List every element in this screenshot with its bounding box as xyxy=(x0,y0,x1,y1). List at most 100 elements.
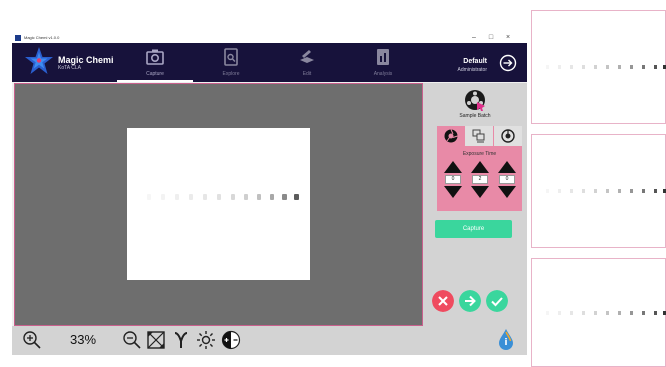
image-viewer[interactable] xyxy=(14,83,423,326)
sample-batch-button[interactable]: Sample Batch xyxy=(457,89,493,125)
explore-icon xyxy=(224,48,238,66)
app-icon xyxy=(15,35,21,41)
blot-band xyxy=(244,194,248,200)
app-window: Magic Chemi v1.0.0 – □ × Magic Chemi KoT… xyxy=(12,33,527,355)
exposure-hours: 0 xyxy=(443,161,463,201)
thumb-band xyxy=(642,189,645,193)
thumb-band xyxy=(630,65,633,69)
thumbnail-2[interactable] xyxy=(531,134,666,248)
confirm-button[interactable] xyxy=(486,290,508,312)
user-name: Default xyxy=(463,58,487,65)
thumbnail-3[interactable] xyxy=(531,258,666,367)
decrease-hours-arrow-icon[interactable] xyxy=(444,186,462,198)
blot-band xyxy=(161,194,165,200)
logout-icon[interactable] xyxy=(499,54,517,72)
user-role: Administrator xyxy=(457,67,487,73)
exposure-seconds: 0 xyxy=(497,161,517,201)
exposure-panel: Exposure Time 0 2 0 xyxy=(437,126,522,211)
thumb-band xyxy=(594,189,597,193)
exposure-time-label: Exposure Time xyxy=(462,151,497,157)
tab-analysis-label: Analysis xyxy=(373,71,393,77)
thumb-band xyxy=(642,65,645,69)
blot-band xyxy=(203,194,207,200)
tab-exposure[interactable] xyxy=(437,126,465,146)
thumb-band xyxy=(594,310,597,315)
blot-band xyxy=(282,194,287,200)
window-title: Magic Chemi v1.0.0 xyxy=(24,35,60,40)
exposure-seconds-value[interactable]: 0 xyxy=(499,175,515,184)
contrast-icon[interactable] xyxy=(221,330,241,350)
tab-edit[interactable]: Edit xyxy=(269,43,345,82)
thumb-band xyxy=(546,310,549,315)
tab-auto-exposure[interactable] xyxy=(494,126,522,146)
thumb-band xyxy=(618,310,621,315)
exposure-hours-value[interactable]: 0 xyxy=(445,175,461,184)
brightness-icon[interactable] xyxy=(196,330,216,350)
thumb-band xyxy=(582,310,585,315)
blot-band xyxy=(294,194,299,200)
blot-band xyxy=(175,194,179,200)
zoom-in-icon[interactable] xyxy=(22,330,42,350)
thumb-band xyxy=(558,189,561,193)
thumb-band xyxy=(546,189,549,193)
multi-frame-icon xyxy=(472,129,485,143)
tab-explore-label: Explore xyxy=(222,71,240,77)
exposure-minutes-value[interactable]: 2 xyxy=(472,175,488,184)
cancel-button[interactable] xyxy=(432,290,454,312)
minimize-button[interactable]: – xyxy=(467,33,481,43)
increase-minutes-arrow-icon[interactable] xyxy=(471,161,489,173)
top-navigation: Magic Chemi KoTA CLA Capture Explore Edi… xyxy=(12,43,527,82)
tab-multi-capture[interactable] xyxy=(465,126,493,146)
fit-to-screen-icon[interactable] xyxy=(146,330,166,350)
thumb-band xyxy=(558,310,561,315)
camera-icon xyxy=(146,49,164,65)
tab-capture[interactable]: Capture xyxy=(117,43,193,82)
sample-batch-label: Sample Batch xyxy=(459,113,491,119)
blot-band xyxy=(147,194,151,200)
thumb-band xyxy=(594,65,597,69)
tab-edit-label: Edit xyxy=(302,71,312,77)
image-toolbar: 33% xyxy=(12,326,423,355)
capture-button[interactable]: Capture xyxy=(435,220,512,238)
brand-subtitle: KoTA CLA xyxy=(58,65,81,71)
logo-star-icon xyxy=(25,47,53,74)
blot-band xyxy=(189,194,193,200)
blot-band xyxy=(257,194,261,200)
increase-hours-arrow-icon[interactable] xyxy=(444,161,462,173)
tab-analysis[interactable]: Analysis xyxy=(345,43,421,82)
gamma-icon[interactable] xyxy=(171,330,191,350)
thumb-band xyxy=(606,310,609,315)
blot-band xyxy=(217,194,221,200)
edit-icon xyxy=(300,50,314,63)
capture-side-panel: Sample Batch Exposure Time 0 2 0 Capture xyxy=(423,83,527,355)
title-bar: Magic Chemi v1.0.0 – □ × xyxy=(12,33,527,43)
thumb-band xyxy=(630,310,633,315)
thumbnail-1[interactable] xyxy=(531,10,666,124)
aperture-icon xyxy=(444,129,458,143)
active-tab-indicator xyxy=(117,80,193,82)
tab-explore[interactable]: Explore xyxy=(193,43,269,82)
thumb-band xyxy=(582,65,585,69)
blot-image[interactable] xyxy=(127,128,310,280)
decrease-minutes-arrow-icon[interactable] xyxy=(471,186,489,198)
maximize-button[interactable]: □ xyxy=(484,33,498,43)
zoom-out-icon[interactable] xyxy=(122,330,142,350)
auto-aperture-icon xyxy=(501,129,515,143)
sample-batch-icon xyxy=(465,90,485,111)
thumb-band xyxy=(642,310,645,315)
thumb-band xyxy=(546,65,549,69)
thumb-band xyxy=(582,189,585,193)
thumb-band xyxy=(570,310,573,315)
zoom-level[interactable]: 33% xyxy=(49,329,117,351)
thumb-band xyxy=(558,65,561,69)
info-drop-icon[interactable] xyxy=(497,328,515,350)
decrease-seconds-arrow-icon[interactable] xyxy=(498,186,516,198)
thumb-band xyxy=(570,65,573,69)
close-window-button[interactable]: × xyxy=(501,33,515,43)
increase-seconds-arrow-icon[interactable] xyxy=(498,161,516,173)
blot-band xyxy=(270,194,274,200)
next-button[interactable] xyxy=(459,290,481,312)
thumb-band xyxy=(654,310,657,315)
thumb-band xyxy=(606,65,609,69)
thumb-band xyxy=(654,65,657,69)
